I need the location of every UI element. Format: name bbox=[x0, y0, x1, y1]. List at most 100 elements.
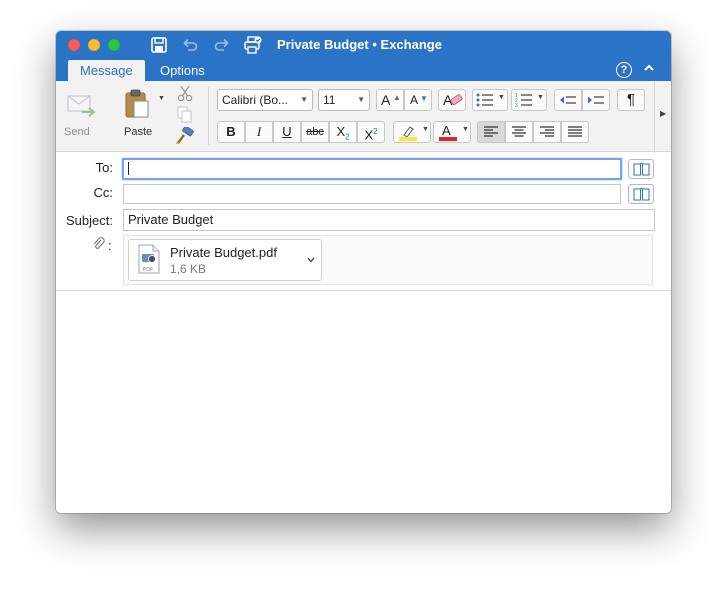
copy-icon[interactable] bbox=[177, 106, 193, 123]
print-icon[interactable] bbox=[243, 35, 263, 55]
justify-button[interactable] bbox=[561, 121, 589, 143]
window-title: Private Budget • Exchange bbox=[277, 37, 442, 52]
pdf-file-icon: PDF bbox=[138, 244, 160, 274]
shrink-font-label: A bbox=[410, 93, 419, 107]
tab-message[interactable]: Message bbox=[68, 60, 145, 81]
zoom-window-button[interactable] bbox=[108, 39, 120, 51]
cut-icon[interactable] bbox=[176, 84, 194, 102]
highlight-color-button[interactable]: ▼ bbox=[393, 121, 431, 143]
send-label: Send bbox=[64, 126, 90, 138]
align-center-button[interactable] bbox=[505, 121, 533, 143]
superscript-button[interactable]: X2 bbox=[357, 121, 385, 143]
highlighter-icon bbox=[399, 126, 417, 141]
attachments-label: : bbox=[108, 238, 112, 253]
decrease-indent-icon bbox=[560, 96, 576, 104]
subscript-label: X bbox=[336, 124, 346, 139]
align-center-icon bbox=[512, 126, 526, 137]
format-painter-icon[interactable] bbox=[175, 127, 195, 145]
align-left-icon bbox=[484, 126, 498, 137]
undo-icon[interactable] bbox=[181, 36, 199, 54]
superscript-mark: 2 bbox=[373, 127, 378, 136]
chevron-down-icon: ▼ bbox=[357, 95, 365, 104]
clear-formatting-button[interactable]: A bbox=[438, 89, 466, 111]
bold-label: B bbox=[226, 124, 236, 139]
send-icon bbox=[67, 95, 96, 117]
collapse-ribbon-icon[interactable] bbox=[642, 61, 656, 75]
to-field[interactable] bbox=[122, 158, 622, 180]
address-book-icon bbox=[633, 188, 650, 201]
superscript-label: X bbox=[364, 127, 374, 143]
font-color-button[interactable]: A ▼ bbox=[433, 121, 471, 143]
bullets-button[interactable]: ▼ bbox=[472, 89, 508, 111]
align-left-button[interactable] bbox=[477, 121, 505, 143]
paste-label: Paste bbox=[124, 126, 153, 138]
clipboard-icon bbox=[125, 89, 149, 118]
grow-font-button[interactable]: A ▲ bbox=[376, 89, 404, 111]
font-color-icon: A bbox=[439, 123, 457, 141]
italic-label: I bbox=[256, 124, 262, 139]
paste-button[interactable]: ▼ Paste bbox=[116, 85, 165, 145]
help-icon[interactable]: ? bbox=[616, 62, 632, 78]
strikethrough-button[interactable]: abc bbox=[301, 121, 329, 143]
bold-button[interactable]: B bbox=[217, 121, 245, 143]
font-name-combo[interactable]: Calibri (Bo... ▼ bbox=[217, 89, 313, 111]
shrink-font-button[interactable]: A ▼ bbox=[404, 89, 432, 111]
paragraph-mark-icon: ¶ bbox=[626, 91, 636, 108]
ribbon: Send ▼ Paste Calibri (Bo... ▼ 11 ▼ A ▲ A… bbox=[56, 81, 671, 152]
subject-value: Private Budget bbox=[128, 212, 214, 227]
font-size-combo[interactable]: 11 ▼ bbox=[318, 89, 370, 111]
bullet-list-icon bbox=[476, 93, 493, 107]
chevron-right-icon: ▶ bbox=[660, 109, 667, 118]
align-right-button[interactable] bbox=[533, 121, 561, 143]
ribbon-overflow-button[interactable]: ▶ bbox=[654, 81, 671, 151]
decrease-indent-button[interactable] bbox=[554, 89, 582, 111]
to-address-book-button[interactable] bbox=[628, 159, 654, 179]
font-size-value: 11 bbox=[323, 93, 336, 107]
justify-icon bbox=[568, 126, 582, 137]
subject-label: Subject: bbox=[66, 213, 113, 228]
underline-button[interactable]: U bbox=[273, 121, 301, 143]
font-name-value: Calibri (Bo... bbox=[222, 93, 289, 107]
increase-indent-icon bbox=[588, 96, 604, 104]
chevron-down-icon: ▼ bbox=[498, 94, 505, 101]
arrow-up-icon: ▲ bbox=[393, 93, 401, 102]
align-right-icon bbox=[540, 126, 554, 137]
cc-field[interactable] bbox=[123, 184, 621, 204]
attachment-card[interactable]: PDF Private Budget.pdf 1,6 KB bbox=[128, 239, 322, 281]
numbering-button[interactable]: 1 2 3 ▼ bbox=[511, 89, 547, 111]
send-button[interactable]: Send bbox=[62, 85, 102, 145]
chevron-down-icon: ▼ bbox=[300, 95, 308, 104]
numbered-list-icon: 1 2 3 bbox=[515, 93, 532, 108]
chevron-down-icon: ▼ bbox=[537, 94, 544, 101]
arrow-down-icon: ▼ bbox=[420, 94, 428, 103]
subscript-mark: 2 bbox=[345, 132, 350, 142]
message-body-editor[interactable] bbox=[56, 291, 671, 513]
minimize-window-button[interactable] bbox=[88, 39, 100, 51]
italic-button[interactable]: I bbox=[245, 121, 273, 143]
ribbon-separator bbox=[208, 87, 209, 145]
address-book-icon bbox=[633, 163, 650, 176]
chevron-down-icon: ▼ bbox=[422, 126, 429, 133]
save-icon[interactable] bbox=[150, 36, 168, 54]
redo-icon[interactable] bbox=[213, 36, 231, 54]
attachment-menu-chevron-icon[interactable] bbox=[307, 257, 315, 263]
show-formatting-marks-button[interactable]: ¶ bbox=[617, 89, 645, 111]
paste-options-chevron-icon[interactable]: ▼ bbox=[158, 95, 165, 102]
cc-address-book-button[interactable] bbox=[628, 184, 654, 204]
clear-formatting-icon: A bbox=[443, 92, 463, 108]
pdf-type-tag: PDF bbox=[143, 267, 153, 273]
subject-field[interactable]: Private Budget bbox=[123, 209, 655, 231]
ribbon-tab-bar: Message Options ? bbox=[56, 58, 671, 81]
attachment-name: Private Budget.pdf bbox=[170, 245, 277, 260]
tab-options[interactable]: Options bbox=[148, 60, 217, 81]
grow-font-label: A bbox=[381, 92, 391, 108]
text-cursor bbox=[128, 162, 129, 175]
cc-label: Cc: bbox=[93, 185, 114, 200]
attachment-size: 1,6 KB bbox=[170, 262, 207, 276]
svg-text:3: 3 bbox=[515, 103, 518, 108]
subscript-button[interactable]: X2 bbox=[329, 121, 357, 143]
increase-indent-button[interactable] bbox=[582, 89, 610, 111]
svg-text:A: A bbox=[442, 123, 451, 138]
compose-window: Private Budget • Exchange Message Option… bbox=[56, 31, 671, 513]
close-window-button[interactable] bbox=[68, 39, 80, 51]
